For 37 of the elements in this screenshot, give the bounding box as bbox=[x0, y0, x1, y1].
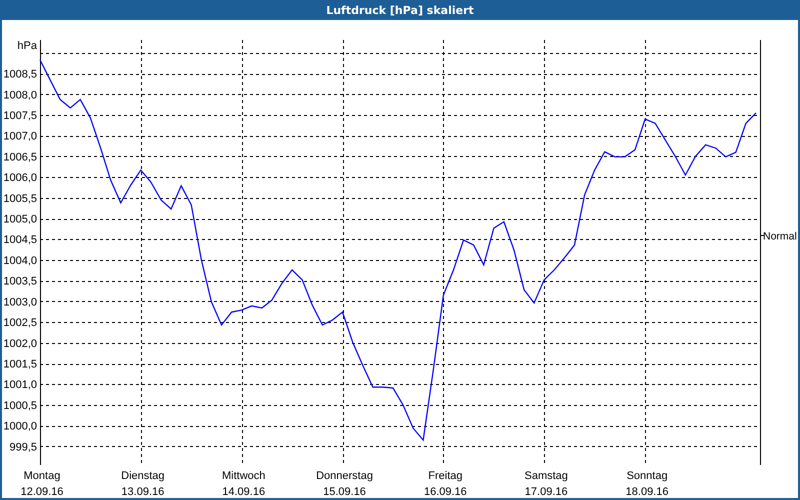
y-tick-label: 1002,0 bbox=[3, 338, 37, 350]
day-label: Montag bbox=[24, 470, 60, 482]
day-label: Sonntag bbox=[626, 470, 668, 482]
y-tick-label: 1003,0 bbox=[3, 296, 37, 308]
axis-unit: hPa bbox=[17, 40, 37, 52]
y-tick-label: 1000,5 bbox=[3, 400, 37, 412]
y-tick-label: 1003,5 bbox=[3, 276, 37, 288]
date-label: 18.09.16 bbox=[626, 486, 668, 498]
y-tick-label: 1005,0 bbox=[3, 214, 37, 226]
day-label: Samstag bbox=[524, 470, 568, 482]
y-tick-label: 1005,5 bbox=[3, 192, 37, 205]
y-tick-label: 999,5 bbox=[9, 441, 37, 454]
y-tick-label: 1001,5 bbox=[3, 358, 37, 371]
y-tick-label: 1008,0 bbox=[3, 89, 37, 102]
y-tick-label: 1006,5 bbox=[3, 151, 37, 164]
normal-label: Normal bbox=[763, 230, 797, 242]
date-label: 12.09.16 bbox=[20, 486, 64, 498]
day-label: Donnerstag bbox=[316, 470, 373, 482]
y-tick-label: 1008,5 bbox=[3, 68, 37, 81]
day-label: Mittwoch bbox=[222, 470, 266, 482]
marker-tick bbox=[760, 235, 764, 236]
y-tick-label: 1007,5 bbox=[3, 110, 37, 122]
date-label: 16.09.16 bbox=[424, 486, 467, 498]
y-tick-label: 1004,0 bbox=[3, 254, 37, 267]
y-tick-label: 1000,0 bbox=[3, 420, 37, 433]
y-tick-label: 1001,0 bbox=[3, 379, 37, 392]
date-label: 14.09.16 bbox=[222, 486, 266, 498]
y-tick-label: 1004,5 bbox=[3, 234, 37, 246]
date-label: 15.09.16 bbox=[323, 486, 366, 498]
y-tick-label: 1002,5 bbox=[3, 317, 37, 330]
y-tick-label: 1007,0 bbox=[3, 130, 37, 143]
date-label: 17.09.16 bbox=[524, 486, 568, 498]
date-label: 13.09.16 bbox=[121, 486, 164, 498]
y-tick-label: 1006,0 bbox=[3, 172, 37, 184]
day-label: Dienstag bbox=[121, 470, 165, 482]
window-title: Luftdruck [hPa] skaliert bbox=[326, 4, 474, 16]
day-label: Freitag bbox=[428, 470, 462, 482]
